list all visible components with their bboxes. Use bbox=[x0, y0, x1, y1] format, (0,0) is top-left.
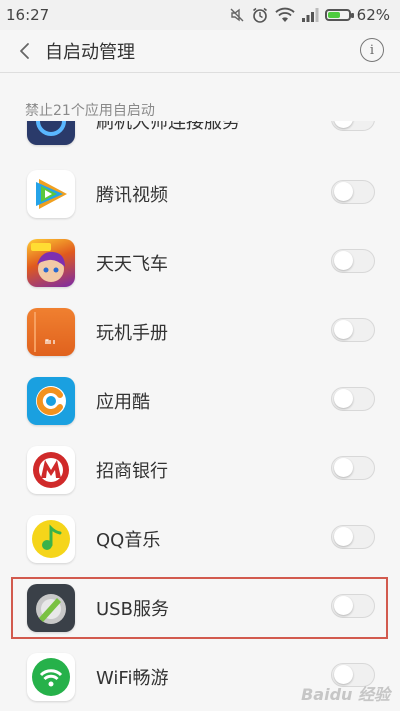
tiantian-feiche-icon bbox=[27, 239, 75, 287]
wifi-changyou-icon bbox=[27, 653, 75, 701]
yingyongku-icon bbox=[27, 377, 75, 425]
mute-icon bbox=[230, 8, 244, 22]
list-item[interactable]: 天天飞车 bbox=[0, 228, 400, 297]
signal-icon bbox=[301, 8, 319, 22]
battery-icon bbox=[324, 9, 354, 21]
list-item[interactable]: 应用酷 bbox=[0, 366, 400, 435]
shuaji-icon bbox=[27, 121, 75, 145]
watermark: Baidu 经验 bbox=[301, 685, 390, 704]
autostart-toggle[interactable] bbox=[331, 456, 375, 480]
app-name: 招商银行 bbox=[96, 461, 168, 482]
info-icon[interactable]: i bbox=[360, 38, 384, 62]
highlight-box bbox=[11, 577, 388, 639]
tencent-video-icon bbox=[27, 170, 75, 218]
qq-music-icon bbox=[27, 515, 75, 563]
toggle-knob bbox=[334, 458, 353, 477]
title-bar: 自启动管理 i bbox=[0, 30, 400, 72]
mi-manual-icon bbox=[27, 308, 75, 356]
toggle-knob bbox=[334, 527, 353, 546]
autostart-toggle[interactable] bbox=[331, 121, 375, 131]
list-item[interactable]: 招商银行 bbox=[0, 435, 400, 504]
autostart-toggle[interactable] bbox=[331, 387, 375, 411]
autostart-toggle[interactable] bbox=[331, 318, 375, 342]
list-item[interactable]: 玩机手册 bbox=[0, 297, 400, 366]
list-item[interactable]: QQ音乐 bbox=[0, 504, 400, 573]
page-title: 自启动管理 bbox=[45, 42, 135, 63]
alarm-icon bbox=[252, 7, 267, 23]
app-name: 玩机手册 bbox=[96, 323, 168, 344]
status-time: 16:27 bbox=[6, 6, 50, 24]
app-name: 刷机大师连接服务 bbox=[96, 121, 240, 133]
app-name: 腾讯视频 bbox=[96, 185, 168, 206]
toggle-knob bbox=[334, 121, 353, 128]
app-name: 天天飞车 bbox=[96, 254, 168, 275]
toggle-knob bbox=[334, 251, 353, 270]
status-icons: 62% bbox=[229, 5, 390, 25]
battery-percent: 62% bbox=[356, 6, 390, 24]
list-item[interactable]: 腾讯视频 bbox=[0, 159, 400, 228]
app-name: WiFi畅游 bbox=[96, 668, 169, 689]
battery-fill bbox=[327, 12, 340, 18]
list-item[interactable]: 刷机大师连接服务 bbox=[0, 121, 400, 155]
autostart-toggle[interactable] bbox=[331, 180, 375, 204]
app-name: QQ音乐 bbox=[96, 530, 161, 551]
back-arrow-icon[interactable] bbox=[14, 38, 36, 64]
info-glyph: i bbox=[369, 42, 375, 58]
toggle-knob bbox=[334, 320, 353, 339]
toggle-knob bbox=[334, 389, 353, 408]
cmb-icon bbox=[27, 446, 75, 494]
title-divider bbox=[0, 72, 400, 73]
autostart-toggle[interactable] bbox=[331, 525, 375, 549]
autostart-toggle[interactable] bbox=[331, 249, 375, 273]
wifi-icon bbox=[275, 7, 295, 22]
toggle-knob bbox=[334, 182, 353, 201]
app-name: 应用酷 bbox=[96, 392, 150, 413]
status-bar: 16:27 62% bbox=[0, 0, 400, 30]
section-header: 禁止21个应用自启动 bbox=[25, 103, 155, 119]
